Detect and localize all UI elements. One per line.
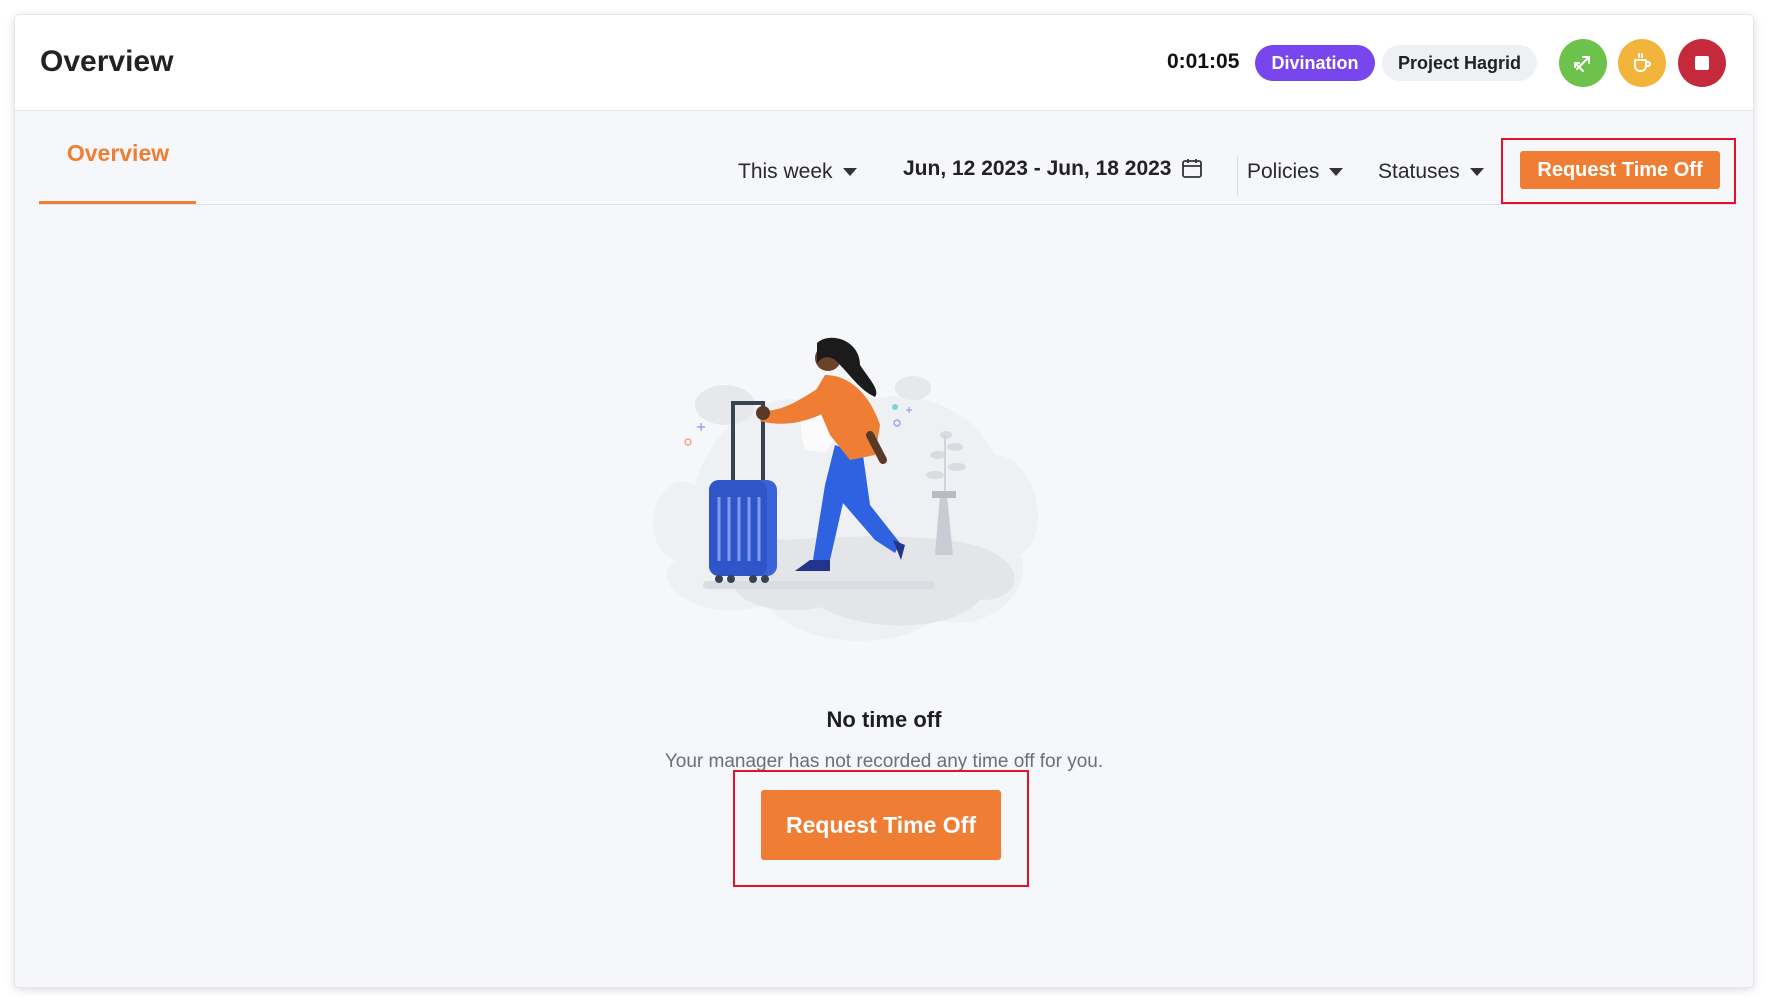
task-pill[interactable]: Divination: [1255, 45, 1375, 81]
policies-dropdown[interactable]: Policies: [1247, 160, 1344, 184]
period-dropdown[interactable]: This week: [738, 160, 857, 184]
chevron-down-icon: [1469, 168, 1484, 176]
coffee-cup-icon: [1634, 53, 1651, 72]
top-bar: Overview 0:01:05 Divination Project Hagr…: [15, 15, 1753, 111]
page-title: Overview: [40, 45, 174, 78]
filter-divider: [1237, 156, 1238, 196]
stop-timer-button[interactable]: [1678, 39, 1726, 87]
tab-divider: [39, 204, 1736, 205]
policies-dropdown-label: Policies: [1247, 160, 1320, 183]
statuses-dropdown-label: Statuses: [1378, 160, 1460, 183]
project-pill[interactable]: Project Hagrid: [1382, 45, 1537, 81]
app-window: Overview 0:01:05 Divination Project Hagr…: [15, 15, 1753, 987]
tab-overview[interactable]: Overview: [40, 140, 196, 167]
switch-task-button[interactable]: [1559, 39, 1607, 87]
take-break-button[interactable]: [1618, 39, 1666, 87]
traveler-illustration: [653, 337, 1039, 641]
request-time-off-button-top[interactable]: Request Time Off: [1520, 151, 1720, 189]
calendar-icon[interactable]: [1180, 156, 1204, 180]
empty-state-title: No time off: [826, 707, 942, 732]
chevron-down-icon: [842, 168, 857, 176]
timer-display: 0:01:05: [1167, 50, 1240, 73]
period-dropdown-label: This week: [738, 160, 833, 183]
date-range-picker[interactable]: Jun, 12 2023 - Jun, 18 2023: [903, 157, 1172, 181]
switch-arrows-icon: [1574, 56, 1590, 72]
chevron-down-icon: [1329, 168, 1344, 176]
statuses-dropdown[interactable]: Statuses: [1378, 160, 1484, 184]
stop-icon: [1695, 56, 1709, 70]
request-time-off-button[interactable]: Request Time Off: [761, 790, 1001, 860]
